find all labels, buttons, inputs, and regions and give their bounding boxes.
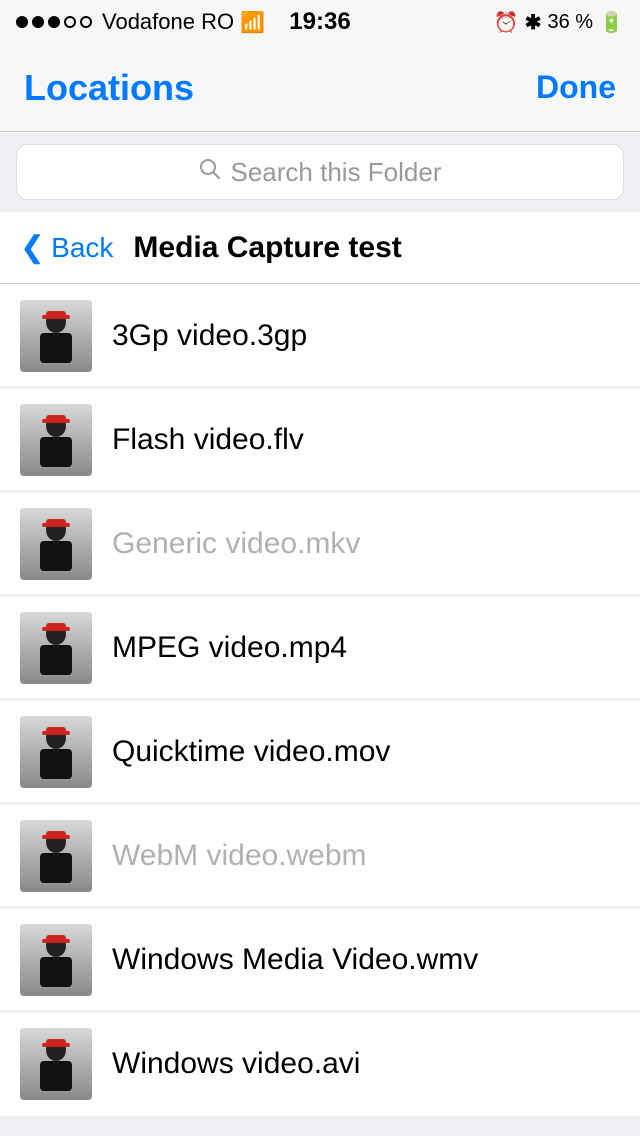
file-name: Windows Media Video.wmv	[112, 943, 620, 977]
wifi-icon: 📶	[240, 10, 265, 35]
status-right: ⏰ ✱ 36 % 🔋	[494, 10, 624, 35]
nav-bar: Locations Done	[0, 44, 640, 132]
list-item[interactable]: Quicktime video.mov	[0, 700, 640, 804]
file-thumbnail	[20, 404, 92, 476]
search-container: Search this Folder	[0, 132, 640, 212]
status-left: Vodafone RO 📶	[16, 9, 265, 35]
sub-nav: ❮ Back Media Capture test	[0, 212, 640, 284]
list-item[interactable]: Windows Media Video.wmv	[0, 908, 640, 1012]
back-button[interactable]: ❮ Back	[20, 230, 113, 265]
file-thumbnail	[20, 508, 92, 580]
done-button[interactable]: Done	[536, 69, 616, 106]
signal-dot-3	[48, 16, 60, 28]
sub-nav-title: Media Capture test	[133, 231, 401, 265]
back-label: Back	[51, 232, 113, 264]
list-item[interactable]: 3Gp video.3gp	[0, 284, 640, 388]
signal-icon	[16, 16, 92, 28]
carrier-label: Vodafone RO	[102, 9, 234, 35]
file-name: MPEG video.mp4	[112, 631, 620, 665]
battery-icon: 🔋	[599, 10, 624, 35]
nav-title: Locations	[24, 67, 194, 109]
file-thumbnail	[20, 924, 92, 996]
signal-dot-5	[80, 16, 92, 28]
status-bar: Vodafone RO 📶 19:36 ⏰ ✱ 36 % 🔋	[0, 0, 640, 44]
file-list: 3Gp video.3gp Flash video.flv Ge	[0, 284, 640, 1116]
list-item: WebM video.webm	[0, 804, 640, 908]
file-thumbnail	[20, 716, 92, 788]
file-name: Windows video.avi	[112, 1047, 620, 1081]
signal-dot-4	[64, 16, 76, 28]
file-thumbnail	[20, 1028, 92, 1100]
alarm-icon: ⏰	[494, 10, 519, 35]
file-name: WebM video.webm	[112, 839, 620, 873]
file-thumbnail	[20, 612, 92, 684]
file-name: 3Gp video.3gp	[112, 319, 620, 353]
file-name: Generic video.mkv	[112, 527, 620, 561]
file-thumbnail	[20, 820, 92, 892]
search-icon	[199, 158, 221, 186]
search-bar[interactable]: Search this Folder	[16, 144, 624, 200]
list-item[interactable]: Windows video.avi	[0, 1012, 640, 1116]
file-name: Flash video.flv	[112, 423, 620, 457]
battery-label: 36 %	[548, 11, 594, 34]
status-time: 19:36	[289, 8, 350, 36]
list-item[interactable]: Flash video.flv	[0, 388, 640, 492]
file-name: Quicktime video.mov	[112, 735, 620, 769]
list-item: Generic video.mkv	[0, 492, 640, 596]
back-chevron-icon: ❮	[20, 230, 45, 265]
signal-dot-2	[32, 16, 44, 28]
signal-dot-1	[16, 16, 28, 28]
file-thumbnail	[20, 300, 92, 372]
list-item[interactable]: MPEG video.mp4	[0, 596, 640, 700]
bluetooth-icon: ✱	[525, 10, 542, 35]
search-placeholder: Search this Folder	[231, 157, 442, 188]
